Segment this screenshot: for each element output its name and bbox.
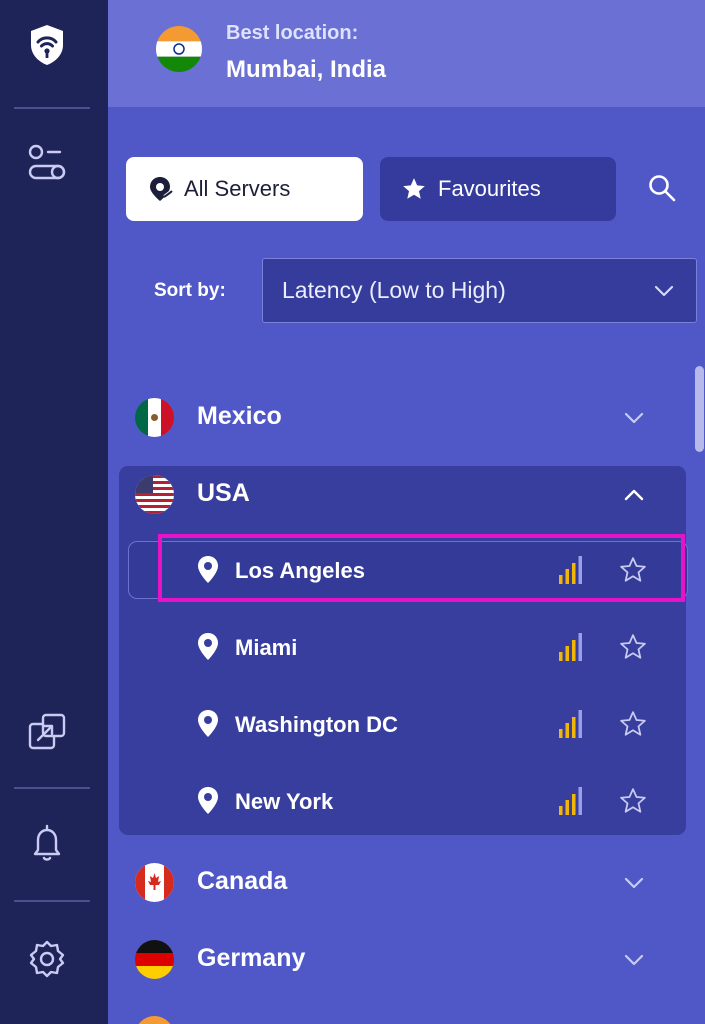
tab-favourites[interactable]: Favourites [380,157,616,221]
signal-strength-icon [558,786,584,821]
city-row-miami[interactable]: Miami [108,615,688,679]
scrollbar-track[interactable] [691,360,705,1024]
chevron-down-icon [622,871,646,900]
country-row-canada[interactable]: Canada [108,847,688,917]
sort-by-label: Sort by: [154,280,226,301]
app-logo-icon[interactable] [22,20,72,70]
city-name: Miami [235,635,298,660]
search-icon[interactable] [644,170,680,206]
country-row-mexico[interactable]: Mexico [108,382,688,452]
sidebar-rail [0,0,108,1024]
best-location-banner[interactable]: Best location: Mumbai, India [108,0,705,107]
tab-all-servers[interactable]: All Servers [126,157,363,221]
best-location-label: Best location: [226,22,359,44]
usa-flag-icon [135,475,174,514]
toggles-icon[interactable] [22,137,72,187]
tab-all-servers-label: All Servers [184,176,291,201]
chevron-down-icon [622,406,646,435]
germany-flag-icon [135,940,174,979]
location-pin-icon [196,632,220,667]
favourite-star-icon[interactable] [618,709,648,744]
india-flag-icon [156,26,202,72]
chevron-down-icon [622,948,646,977]
best-location-value: Mumbai, India [226,56,387,83]
settings-gear-icon[interactable] [22,934,72,984]
canada-flag-icon [135,863,174,902]
server-list-panel: Best location: Mumbai, India All Servers… [108,0,705,1024]
rail-divider [14,107,90,109]
city-row-washington-dc[interactable]: Washington DC [108,692,688,756]
sort-select-value: Latency (Low to High) [282,277,506,303]
location-pin-icon [196,709,220,744]
rail-divider [14,787,90,789]
location-pin-icon [146,175,174,203]
location-pin-icon [196,786,220,821]
country-row-germany[interactable]: Germany [108,924,688,994]
favourite-star-icon[interactable] [618,786,648,821]
mexico-flag-icon [135,398,174,437]
city-row-new-york[interactable]: New York [108,769,688,833]
selection-highlight-box [158,534,685,602]
scrollbar-thumb[interactable] [695,366,704,452]
city-name: Washington DC [235,712,398,737]
signal-strength-icon [558,632,584,667]
favourite-star-icon[interactable] [618,632,648,667]
country-name: Mexico [197,402,282,430]
chevron-down-icon [652,279,676,309]
city-name: New York [235,789,334,814]
signal-strength-icon [558,709,584,744]
next-country-flag-icon [135,1016,174,1024]
country-name: Germany [197,944,306,972]
rail-divider [14,900,90,902]
sort-select[interactable]: Latency (Low to High) [262,258,697,323]
tab-favourites-label: Favourites [438,176,541,201]
country-name: Canada [197,867,288,895]
country-name: USA [197,479,250,507]
bell-icon[interactable] [22,818,72,868]
star-filled-icon [400,175,428,203]
split-tunnel-icon[interactable] [22,707,72,757]
chevron-up-icon [622,483,646,512]
country-row-usa[interactable]: USA [108,459,688,529]
